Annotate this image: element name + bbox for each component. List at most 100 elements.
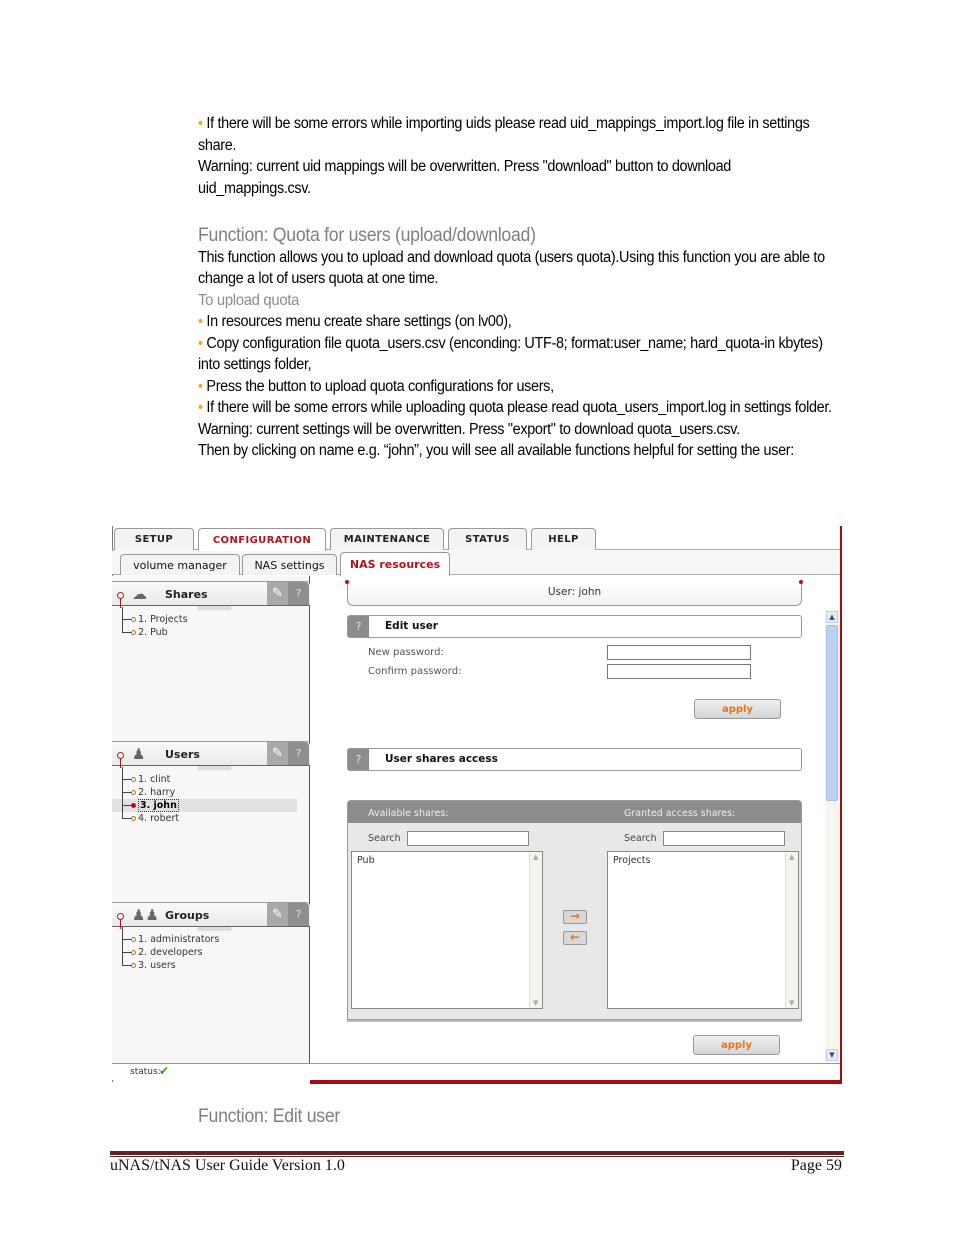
remove-share-button[interactable]: ← bbox=[563, 931, 587, 945]
add-share-button[interactable]: → bbox=[563, 910, 587, 924]
node-icon bbox=[131, 963, 136, 968]
list-scrollbar[interactable]: ▲ ▼ bbox=[785, 852, 798, 1008]
quota-bullet: • In resources menu create share setting… bbox=[198, 313, 512, 330]
quota-section: Function: Quota for users (upload/downlo… bbox=[198, 225, 840, 462]
list-scrollbar[interactable]: ▲ ▼ bbox=[529, 852, 542, 1008]
page-number: Page 59 bbox=[790, 1157, 842, 1174]
check-icon: ✔ bbox=[159, 1064, 170, 1078]
pin-icon bbox=[117, 752, 124, 768]
shares-access-columns: Available shares: Granted access shares: bbox=[348, 801, 801, 823]
wrench-icon[interactable]: ✎ bbox=[267, 742, 288, 765]
tab-maintenance[interactable]: MAINTENANCE bbox=[330, 528, 444, 550]
tab-help[interactable]: HELP bbox=[531, 528, 596, 550]
scroll-thumb[interactable] bbox=[826, 625, 838, 801]
help-icon[interactable]: ? bbox=[348, 616, 369, 637]
user-item[interactable]: 1. clint bbox=[122, 767, 297, 786]
bullet-icon: • bbox=[198, 377, 207, 395]
footer-rule bbox=[110, 1151, 844, 1155]
bullet-icon: • bbox=[198, 115, 207, 132]
share-item[interactable]: 2. Pub bbox=[122, 620, 188, 639]
quota-heading: Function: Quota for users (upload/downlo… bbox=[198, 225, 536, 246]
tab-nas-settings[interactable]: NAS settings bbox=[242, 554, 337, 575]
scroll-down-icon[interactable]: ▼ bbox=[533, 999, 538, 1007]
apply-shares-button[interactable]: apply bbox=[693, 1035, 780, 1055]
bullet-icon: • bbox=[198, 334, 207, 352]
new-password-input[interactable] bbox=[607, 645, 751, 660]
node-icon bbox=[131, 790, 136, 795]
scroll-down-icon[interactable]: ▼ bbox=[826, 1049, 838, 1061]
node-icon bbox=[131, 937, 136, 942]
upload-quota-subheading: To upload quota bbox=[198, 291, 300, 309]
group-item[interactable]: 1. administrators bbox=[122, 927, 219, 946]
user-item[interactable]: 4. robert bbox=[122, 806, 297, 825]
available-share-item[interactable]: Pub bbox=[357, 855, 375, 866]
edit-user-heading: Function: Edit user bbox=[198, 1106, 341, 1127]
available-search-label: Search bbox=[368, 833, 401, 844]
granted-share-item[interactable]: Projects bbox=[613, 855, 650, 866]
node-icon bbox=[131, 630, 136, 635]
wrench-icon[interactable]: ✎ bbox=[267, 582, 288, 605]
users-panel-header[interactable]: ♟ Users ✎ ? bbox=[112, 741, 310, 768]
quota-bullet: • Press the button to upload quota confi… bbox=[198, 377, 554, 395]
scroll-down-icon[interactable]: ▼ bbox=[789, 999, 794, 1007]
help-icon[interactable]: ? bbox=[288, 903, 309, 926]
tab-volume-manager[interactable]: volume manager bbox=[120, 554, 240, 575]
shares-title: Shares bbox=[165, 588, 208, 601]
help-icon[interactable]: ? bbox=[288, 742, 309, 765]
tab-configuration[interactable]: CONFIGURATION bbox=[198, 528, 326, 551]
bullet-icon: • bbox=[198, 399, 207, 416]
share-icon: ☁ bbox=[132, 585, 147, 603]
content-panel: User: john ? Edit user New password: Con… bbox=[311, 576, 840, 1063]
granted-search-input[interactable] bbox=[663, 831, 785, 846]
scroll-up-icon[interactable]: ▲ bbox=[826, 611, 838, 623]
main-tab-bar: SETUP CONFIGURATION MAINTENANCE STATUS H… bbox=[112, 526, 840, 551]
wrench-icon[interactable]: ✎ bbox=[267, 903, 288, 926]
shares-panel-header[interactable]: ☁ Shares ✎ ? bbox=[112, 581, 310, 608]
bullet-uid-errors: • If there will be some errors while imp… bbox=[198, 115, 810, 154]
granted-search-label: Search bbox=[624, 833, 657, 844]
collapse-grip[interactable] bbox=[197, 766, 232, 770]
group-item[interactable]: 2. developers bbox=[122, 940, 219, 959]
confirm-password-input[interactable] bbox=[607, 664, 751, 679]
red-edge bbox=[840, 526, 842, 1084]
help-icon[interactable]: ? bbox=[348, 749, 369, 770]
tab-status[interactable]: STATUS bbox=[448, 528, 527, 550]
status-label: status: bbox=[130, 1067, 161, 1077]
user-title: User: john bbox=[347, 582, 802, 606]
red-dot bbox=[345, 580, 349, 584]
share-item[interactable]: 1. Projects bbox=[122, 607, 188, 626]
node-icon bbox=[131, 950, 136, 955]
user-item[interactable]: 2. harry bbox=[122, 780, 297, 799]
group-icon: ♟♟ bbox=[132, 906, 159, 924]
collapse-grip[interactable] bbox=[197, 606, 232, 610]
group-item[interactable]: 3. users bbox=[122, 953, 219, 972]
groups-panel-header[interactable]: ♟♟ Groups ✎ ? bbox=[112, 902, 310, 929]
scroll-up-icon[interactable]: ▲ bbox=[789, 853, 794, 861]
footer-title: uNAS/tNAS User Guide Version 1.0 bbox=[110, 1157, 345, 1174]
bullet-icon: • bbox=[198, 313, 207, 330]
content-scrollbar[interactable]: ▲ ▼ bbox=[825, 610, 839, 1062]
help-icon[interactable]: ? bbox=[288, 582, 309, 605]
quota-bullet: • Copy configuration file quota_users.cs… bbox=[198, 334, 823, 374]
node-icon bbox=[131, 816, 136, 821]
pin-icon bbox=[117, 913, 124, 929]
edit-user-header: ? Edit user bbox=[347, 615, 802, 638]
shares-access-title: User shares access bbox=[385, 753, 498, 765]
scroll-up-icon[interactable]: ▲ bbox=[533, 853, 538, 861]
apply-password-button[interactable]: apply bbox=[694, 699, 781, 719]
available-search-input[interactable] bbox=[407, 831, 529, 846]
status-bar: status: ✔ bbox=[112, 1063, 840, 1080]
available-shares-list[interactable]: Pub ▲ ▼ bbox=[351, 851, 543, 1009]
nas-app-screenshot: SETUP CONFIGURATION MAINTENANCE STATUS H… bbox=[112, 526, 842, 1084]
node-icon bbox=[131, 803, 136, 808]
collapse-grip[interactable] bbox=[197, 927, 232, 931]
user-icon: ♟ bbox=[132, 745, 146, 763]
shares-tree: 1. Projects 2. Pub bbox=[122, 607, 188, 639]
shares-access-header: ? User shares access bbox=[347, 748, 802, 771]
tab-setup[interactable]: SETUP bbox=[114, 528, 194, 550]
node-icon bbox=[131, 617, 136, 622]
available-shares-label: Available shares: bbox=[368, 808, 449, 819]
granted-shares-list[interactable]: Projects ▲ ▼ bbox=[607, 851, 799, 1009]
user-item-selected[interactable]: 3. john bbox=[112, 793, 297, 812]
tab-nas-resources[interactable]: NAS resources bbox=[340, 552, 450, 576]
